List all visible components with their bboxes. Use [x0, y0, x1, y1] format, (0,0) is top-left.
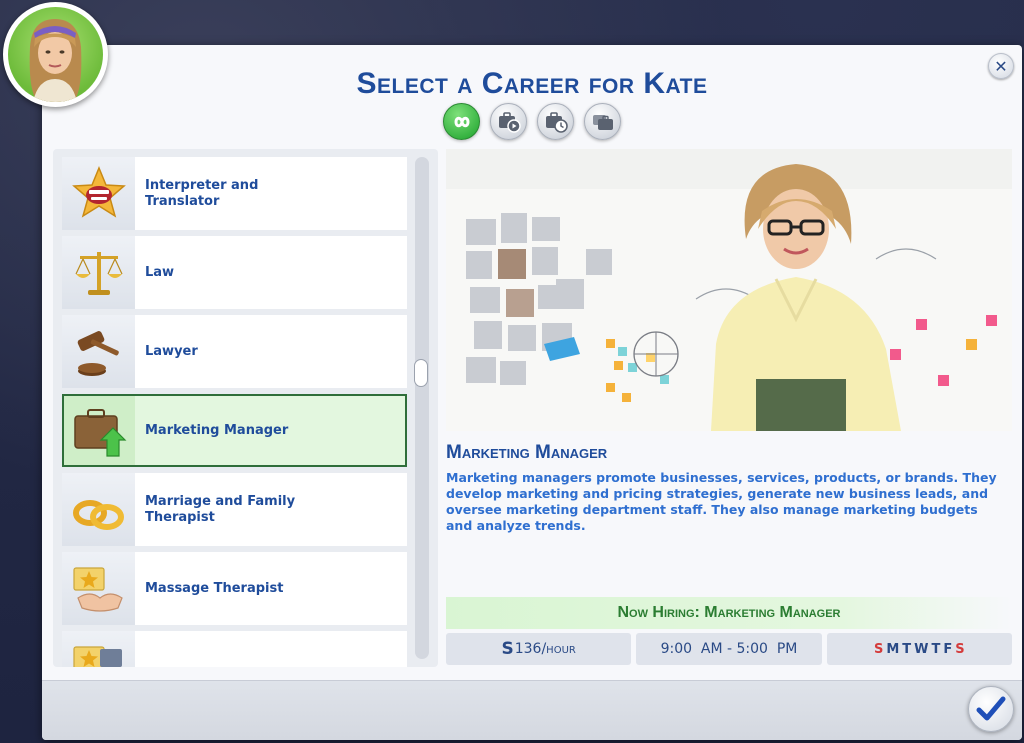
- confirm-button[interactable]: [968, 686, 1014, 732]
- career-label: Interpreter and Translator: [145, 177, 259, 209]
- simoleon-icon: S: [501, 639, 514, 659]
- rings-icon: [72, 499, 124, 530]
- now-hiring-banner: Now Hiring: Marketing Manager: [446, 597, 1012, 629]
- close-icon: ✕: [994, 56, 1008, 76]
- career-info-row: S 136/hour 9:00 AM - 5:00 PM S M T W T F…: [446, 633, 1012, 665]
- briefcase-clock-icon: [545, 111, 568, 133]
- avatar: [3, 2, 108, 107]
- career-description: Marketing managers promote businesses, s…: [446, 470, 997, 533]
- work-days: S M T W T F S: [826, 633, 1012, 665]
- checkmark-icon: [976, 696, 1006, 721]
- dialog-footer: [42, 680, 1022, 740]
- hands-star-icon: [72, 566, 123, 612]
- career-label: Marketing Manager: [145, 422, 289, 438]
- career-item-interpreter-and-translator[interactable]: Interpreter and Translator: [62, 157, 407, 230]
- briefcase-stack-icon: [592, 114, 613, 130]
- day-wednesday: W: [914, 641, 929, 657]
- career-filter-bar: [443, 103, 621, 140]
- pay-rate: S 136/hour: [446, 633, 632, 665]
- sim-portrait-icon: [8, 7, 103, 102]
- career-label: Massage Therapist: [145, 580, 284, 596]
- career-dialog: Select a Career for Kate ✕ Interpreter a…: [42, 45, 1022, 740]
- career-item-lawyer[interactable]: Lawyer: [62, 315, 407, 388]
- briefcase-arrow-icon: [73, 408, 126, 457]
- career-label: Law: [145, 264, 175, 280]
- star-mouth-icon: [71, 165, 126, 218]
- career-detail-image: [446, 149, 1012, 431]
- gavel-icon: [77, 330, 119, 376]
- filter-part-time[interactable]: [537, 103, 574, 140]
- briefcase-play-icon: [498, 111, 521, 133]
- close-button[interactable]: ✕: [988, 53, 1014, 79]
- work-hours: 9:00 AM - 5:00 PM: [636, 633, 822, 665]
- career-list[interactable]: Interpreter and Translator Law Lawyer Ma…: [53, 149, 438, 667]
- filter-freelance[interactable]: [584, 103, 621, 140]
- career-list-scrollbar[interactable]: [414, 157, 429, 659]
- day-monday: M: [886, 641, 900, 657]
- certificate-icon: [72, 645, 122, 667]
- career-item-marriage-and-family-therapist[interactable]: Marriage and Family Therapist: [62, 473, 407, 546]
- day-tuesday: T: [902, 641, 912, 657]
- dialog-title: Select a Career for Kate: [356, 67, 708, 100]
- career-item-law[interactable]: Law: [62, 236, 407, 309]
- career-label: Marriage and Family Therapist: [145, 493, 296, 525]
- scrollbar-thumb[interactable]: [414, 359, 428, 387]
- career-title: Marketing Manager: [446, 442, 608, 463]
- day-sunday: S: [873, 641, 884, 657]
- day-saturday: S: [955, 641, 965, 657]
- pay-rate-value: 136/hour: [514, 641, 576, 657]
- day-friday: F: [943, 641, 953, 657]
- career-label: Lawyer: [145, 343, 198, 359]
- career-item-partial[interactable]: [62, 631, 407, 667]
- infinity-icon: [453, 116, 470, 127]
- career-item-marketing-manager[interactable]: Marketing Manager: [62, 394, 407, 467]
- scales-icon: [74, 251, 123, 295]
- filter-active-careers[interactable]: [490, 103, 527, 140]
- filter-all-careers[interactable]: [443, 103, 480, 140]
- career-item-massage-therapist[interactable]: Massage Therapist: [62, 552, 407, 625]
- day-thursday: T: [931, 641, 941, 657]
